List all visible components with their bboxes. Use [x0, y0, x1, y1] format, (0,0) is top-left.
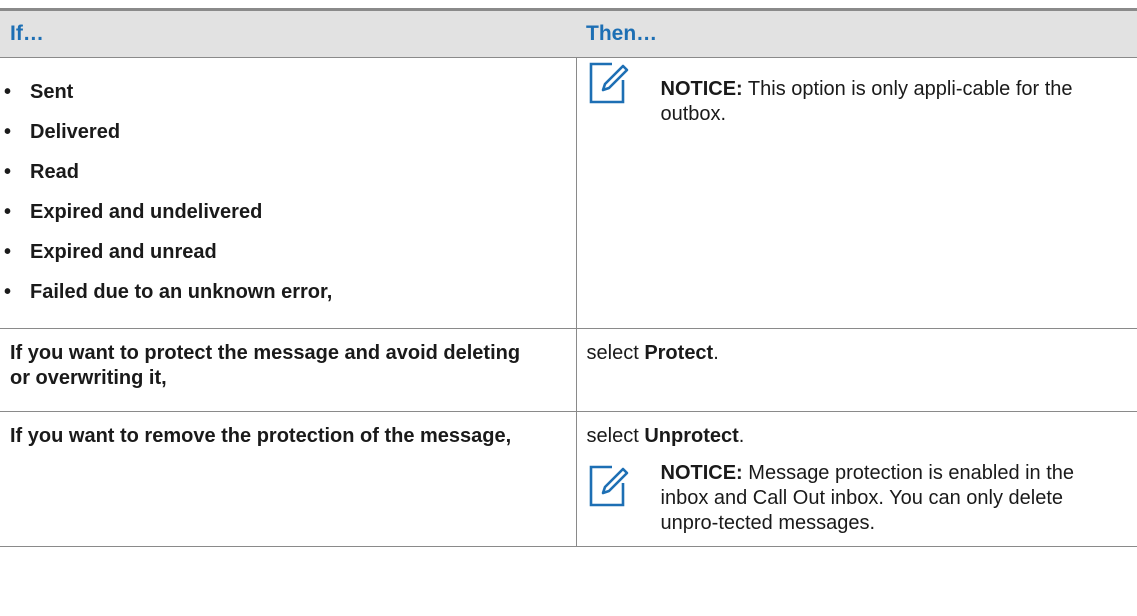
bullet: • — [4, 201, 12, 223]
list-item-text: Expired and undelivered — [30, 201, 263, 223]
list-item-text: Expired and unread — [30, 241, 217, 263]
notice-label: NOTICE: — [660, 78, 743, 100]
bullet: • — [4, 121, 12, 143]
then-text: select Unprotect. — [577, 412, 1137, 449]
then-cell: NOTICE: This option is only appli-cable … — [576, 57, 1137, 329]
then-line: select Unprotect. — [587, 424, 1098, 449]
then-cell: select Protect. — [576, 328, 1137, 412]
then-prefix: select — [586, 425, 639, 447]
notice-box: NOTICE: Message protection is enabled in… — [577, 461, 1137, 546]
list-item-text: Sent — [30, 81, 74, 103]
then-suffix: . — [738, 425, 745, 447]
if-cell: • Sent • Delivered • Read • Expired and unde… — [0, 57, 577, 329]
list-item: • Failed due to an unknown error, — [0, 272, 576, 312]
notice-label: NOTICE: — [660, 462, 743, 484]
list-item: • Sent — [0, 72, 576, 112]
list-item: • Read — [0, 152, 576, 192]
table-row: If you want to remove the protection of … — [0, 411, 1137, 547]
status-list: • Sent • Delivered • Read • Expired and unde… — [0, 58, 576, 312]
if-text: If you want to protect the message and a… — [10, 342, 521, 389]
then-option: Unprotect — [644, 425, 739, 447]
then-suffix: . — [713, 342, 719, 364]
header-if: If… — [0, 8, 576, 58]
bullet: • — [4, 241, 12, 263]
then-option: Protect — [644, 342, 714, 364]
if-cell: If you want to remove the protection of … — [0, 411, 577, 547]
if-then-table: If… Then… • Sent • Delivered • Read • Expire… — [0, 8, 1137, 547]
list-item: • Expired and unread — [0, 232, 576, 272]
then-prefix: select — [586, 342, 639, 364]
if-text: If you want to remove the protection of … — [10, 425, 512, 447]
table-header-row: If… Then… — [0, 8, 1137, 58]
list-item-text: Read — [30, 161, 79, 183]
bullet: • — [4, 161, 12, 183]
then-cell: select Unprotect. NOTICE: Message protec… — [576, 411, 1137, 547]
header-then: Then… — [576, 8, 1137, 58]
then-text: select Protect. — [577, 329, 1137, 366]
list-item: • Expired and undelivered — [0, 192, 576, 232]
bullet: • — [4, 281, 12, 303]
list-item: • Delivered — [0, 112, 576, 152]
notice-box: NOTICE: This option is only appli-cable … — [577, 58, 1137, 127]
bullet: • — [4, 81, 12, 103]
list-item-text: Delivered — [30, 121, 121, 143]
note-edit-icon — [589, 465, 628, 507]
if-cell: If you want to protect the message and a… — [0, 328, 577, 412]
list-item-text: Failed due to an unknown error, — [30, 281, 333, 303]
table-row: If you want to protect the message and a… — [0, 328, 1137, 412]
table-row: • Sent • Delivered • Read • Expired and unde… — [0, 57, 1137, 329]
note-edit-icon — [589, 62, 628, 104]
